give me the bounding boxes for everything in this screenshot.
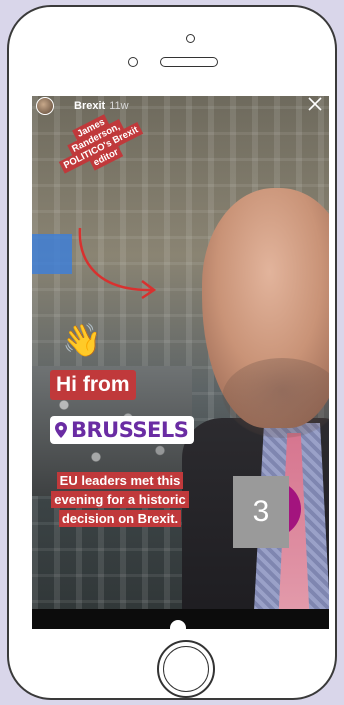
location-sticker[interactable]: BRUSSELS — [50, 416, 195, 444]
story-caption: EU leaders met this evening for a histor… — [39, 471, 201, 528]
earpiece-speaker — [160, 57, 218, 67]
home-button[interactable] — [157, 640, 215, 698]
swipe-up-indicator[interactable] — [170, 620, 186, 629]
caption-line: decision on Brexit. — [58, 510, 182, 527]
front-camera — [128, 57, 138, 67]
speaker-person-photo — [182, 188, 329, 629]
step-number-badge: 3 — [233, 476, 289, 548]
story-header: Brexit 11w — [32, 96, 329, 116]
background-display-screen — [32, 234, 72, 274]
location-name: BRUSSELS — [71, 418, 189, 442]
caption-line: EU leaders met this — [56, 472, 184, 489]
caption-line: evening for a historic — [51, 491, 189, 508]
close-icon[interactable] — [308, 97, 322, 111]
greeting-sticker: Hi from — [50, 370, 136, 400]
story-username[interactable]: Brexit — [74, 100, 105, 112]
front-sensor — [186, 34, 195, 43]
story-screen[interactable]: Brexit 11w James Randerson, POLITICO's B… — [32, 96, 329, 629]
location-pin-icon — [55, 422, 67, 438]
waving-hand-icon: 👋 — [62, 322, 102, 358]
tag-arrow-icon — [78, 227, 157, 300]
avatar[interactable] — [36, 97, 54, 115]
